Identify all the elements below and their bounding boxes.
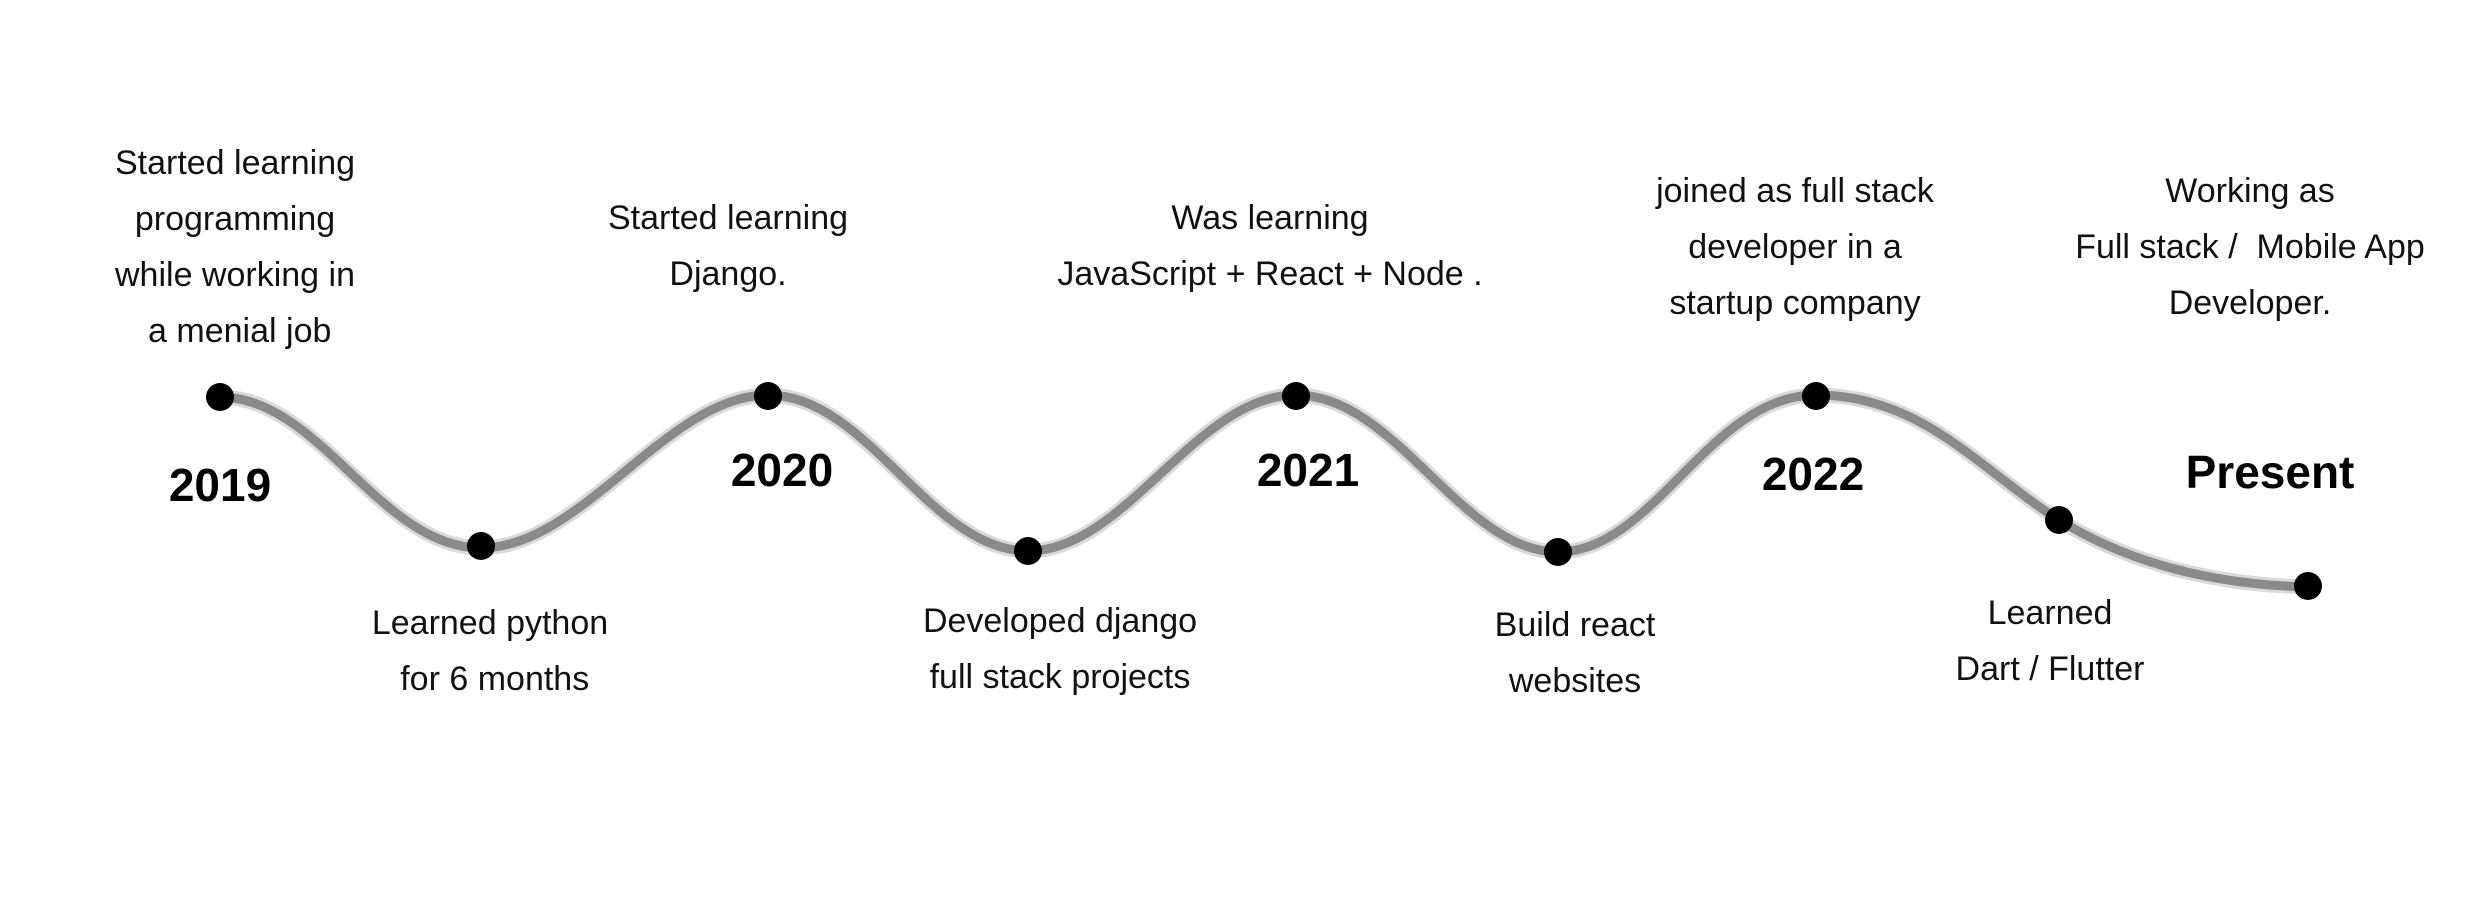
note-2020: Started learning Django. <box>607 199 849 293</box>
year-label-2019: 2019 <box>168 459 272 511</box>
milestone-dot-2020 <box>754 382 782 410</box>
year-label-2021: 2021 <box>1256 444 1360 496</box>
note-react-websites: Build react websites <box>1494 606 1656 700</box>
note-2021: Was learning JavaScript + React + Node . <box>1057 199 1483 293</box>
milestone-dot-python <box>467 532 495 560</box>
note-python: Learned python for 6 months <box>371 604 609 698</box>
milestone-dot-2021 <box>1282 382 1310 410</box>
milestone-dot-flutter <box>2045 506 2073 534</box>
year-label-2020: 2020 <box>730 444 834 496</box>
note-django-projects: Developed django full stack projects <box>922 602 1198 696</box>
milestone-dot-2019 <box>206 383 234 411</box>
milestone-dot-present <box>2294 572 2322 600</box>
milestone-dot-django-projects <box>1014 537 1042 565</box>
year-label-2022: 2022 <box>1761 448 1865 500</box>
milestone-dot-react-websites <box>1544 538 1572 566</box>
year-label-present: Present <box>2185 446 2355 498</box>
note-flutter: Learned Dart / Flutter <box>1955 594 2145 688</box>
timeline-page: { "title": "", "milestones_above": [ "St… <box>0 0 2481 907</box>
milestone-dot-2022 <box>1802 382 1830 410</box>
note-2019: Started learning programming while worki… <box>114 144 356 350</box>
note-2022: joined as full stack developer in a star… <box>1656 172 1934 322</box>
note-present: Working as Full stack / Mobile App Devel… <box>2075 172 2425 322</box>
